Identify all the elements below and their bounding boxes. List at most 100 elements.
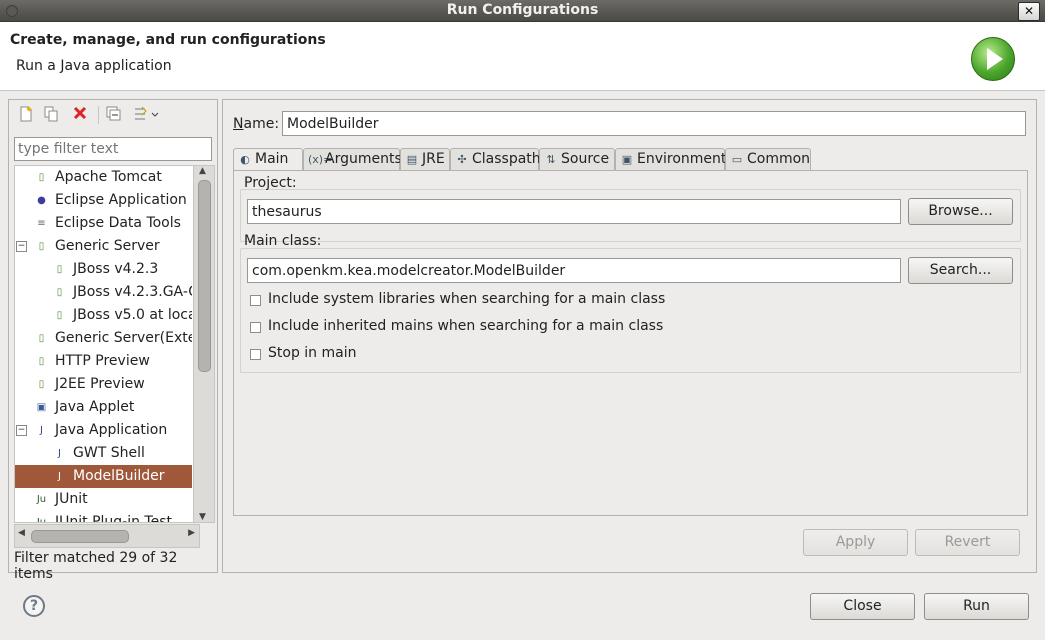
stop-in-main-label: Stop in main: [268, 345, 357, 361]
server-icon: ▯: [56, 310, 63, 321]
filter-input[interactable]: [14, 137, 212, 161]
delete-icon[interactable]: [71, 106, 89, 124]
tab-jre[interactable]: ▤ JRE: [400, 148, 450, 170]
tree-item[interactable]: − J Java Application: [15, 419, 192, 442]
tree-item-label: Java Applet: [55, 399, 135, 415]
tree-item[interactable]: ▯ Generic Server(Extern: [15, 327, 192, 350]
tree-item[interactable]: − ▯ Generic Server: [15, 235, 192, 258]
tab-arguments[interactable]: (x)=Arguments: [303, 148, 402, 170]
junit-icon: Ju: [36, 517, 47, 523]
name-field[interactable]: [282, 111, 1026, 136]
tree-collapse-icon[interactable]: −: [16, 425, 27, 436]
tree-item[interactable]: ▯ HTTP Preview: [15, 350, 192, 373]
tree-item-label: Eclipse Application: [55, 192, 187, 208]
scroll-up-icon[interactable]: ▲: [199, 166, 206, 176]
tree-item[interactable]: J ModelBuilder: [15, 465, 192, 488]
vertical-scroll-thumb[interactable]: [198, 180, 211, 372]
classpath-icon: ✣: [457, 153, 467, 166]
server-icon: ▯: [38, 241, 45, 252]
tab-label: Main: [255, 151, 289, 167]
tree-item-label: JUnit Plug-in Test: [55, 514, 173, 523]
source-icon: ⇅: [546, 153, 556, 166]
java-app-icon: J: [40, 425, 43, 436]
tree-item-label: Apache Tomcat: [55, 169, 162, 185]
tree-item-label: Eclipse Data Tools: [55, 215, 181, 231]
tree-item-label: ModelBuilder: [73, 468, 165, 484]
tab-label: Environment: [637, 151, 727, 167]
tab-label: JRE: [422, 151, 445, 167]
tab-label: Common: [747, 151, 811, 167]
configuration-editor-panel: Name: ◐ Main (x)=Arguments ▤ JRE ✣ Classpath ⇅ S…: [222, 99, 1037, 573]
server-icon: ▯: [56, 264, 63, 275]
tab-source[interactable]: ⇅ Source: [539, 148, 615, 170]
apply-button[interactable]: Apply: [803, 529, 908, 556]
new-config-icon[interactable]: [17, 106, 35, 124]
tab-environment[interactable]: ▣ Environment: [615, 148, 727, 170]
tab-common[interactable]: ▭ Common: [725, 148, 811, 170]
main-tab-content: Project: Browse... Main class: Search...…: [233, 170, 1028, 516]
scroll-right-icon[interactable]: ▶: [188, 528, 195, 538]
help-icon[interactable]: ?: [23, 595, 45, 617]
java-app-icon: J: [58, 471, 61, 482]
configuration-tree: ▯ Apache Tomcat ● Eclipse Application ≡ Eclip…: [14, 165, 215, 523]
project-field[interactable]: [247, 199, 901, 224]
tree-horizontal-scrollbar[interactable]: ◀ ▶: [14, 524, 200, 548]
tree-collapse-icon[interactable]: −: [16, 241, 27, 252]
run-button[interactable]: Run: [924, 593, 1029, 620]
filter-status-text: Filter matched 29 of 32 items: [14, 550, 178, 582]
header-subtitle: Run a Java application: [16, 58, 172, 74]
revert-button[interactable]: Revert: [915, 529, 1020, 556]
tree-item-label: GWT Shell: [73, 445, 145, 461]
tree-item[interactable]: ▯ JBoss v5.0 at local: [15, 304, 192, 327]
tree-item[interactable]: ▯ JBoss v4.2.3: [15, 258, 192, 281]
tree-item[interactable]: ▯ Apache Tomcat: [15, 166, 192, 189]
tree-item-label: Java Application: [55, 422, 168, 438]
tab-main[interactable]: ◐ Main: [233, 148, 303, 171]
arguments-icon: (x)=: [308, 153, 333, 166]
tree-item-label: JBoss v4.2.3.GA-Op: [73, 284, 192, 300]
stop-in-main-checkbox[interactable]: [250, 349, 261, 360]
dialog-header: Create, manage, and run configurations R…: [0, 22, 1045, 91]
horizontal-scroll-thumb[interactable]: [31, 530, 129, 543]
tree-item-label: JBoss v4.2.3: [73, 261, 159, 277]
tree-item[interactable]: ● Eclipse Application: [15, 189, 192, 212]
duplicate-icon[interactable]: [43, 106, 61, 124]
include-inherited-mains-checkbox[interactable]: [250, 322, 261, 333]
main-class-label: Main class:: [244, 233, 322, 249]
include-system-libraries-checkbox[interactable]: [250, 295, 261, 306]
tree-item[interactable]: J GWT Shell: [15, 442, 192, 465]
close-button[interactable]: Close: [810, 593, 915, 620]
tree-vertical-scrollbar[interactable]: ▲ ▼: [193, 166, 214, 522]
tree-item[interactable]: ▯ JBoss v4.2.3.GA-Op: [15, 281, 192, 304]
scroll-down-icon[interactable]: ▼: [199, 512, 206, 522]
collapse-all-icon[interactable]: [105, 106, 123, 124]
tree-item-label: HTTP Preview: [55, 353, 150, 369]
window-title: Run Configurations: [446, 2, 599, 18]
tree-item[interactable]: ≡ Eclipse Data Tools: [15, 212, 192, 235]
server-icon: ▯: [38, 172, 45, 183]
browse-button[interactable]: Browse...: [908, 198, 1013, 225]
tab-label: Source: [561, 151, 610, 167]
tree-item-label: JBoss v5.0 at local: [73, 307, 192, 323]
java-app-icon: J: [58, 448, 61, 459]
filter-icon[interactable]: [131, 106, 161, 124]
window-close-button[interactable]: ✕: [1018, 2, 1040, 21]
junit-icon: Ju: [36, 494, 47, 505]
tab-classpath[interactable]: ✣ Classpath: [450, 148, 541, 170]
tree-item[interactable]: Ju JUnit Plug-in Test: [15, 511, 192, 523]
main-tab-icon: ◐: [240, 153, 250, 166]
tree-item[interactable]: ▣ Java Applet: [15, 396, 192, 419]
search-button[interactable]: Search...: [908, 257, 1013, 284]
run-play-icon: [971, 37, 1015, 81]
tree-item-label: Generic Server: [55, 238, 160, 254]
scroll-left-icon[interactable]: ◀: [18, 528, 25, 538]
common-icon: ▭: [731, 153, 743, 166]
database-icon: ≡: [37, 218, 46, 229]
tab-label: Arguments: [325, 151, 402, 167]
tree-item-label: JUnit: [55, 491, 88, 507]
main-class-field[interactable]: [247, 258, 901, 283]
server-icon: ▯: [38, 333, 45, 344]
tree-item[interactable]: ▯ J2EE Preview: [15, 373, 192, 396]
header-title: Create, manage, and run configurations: [10, 32, 326, 48]
tree-item[interactable]: Ju JUnit: [15, 488, 192, 511]
